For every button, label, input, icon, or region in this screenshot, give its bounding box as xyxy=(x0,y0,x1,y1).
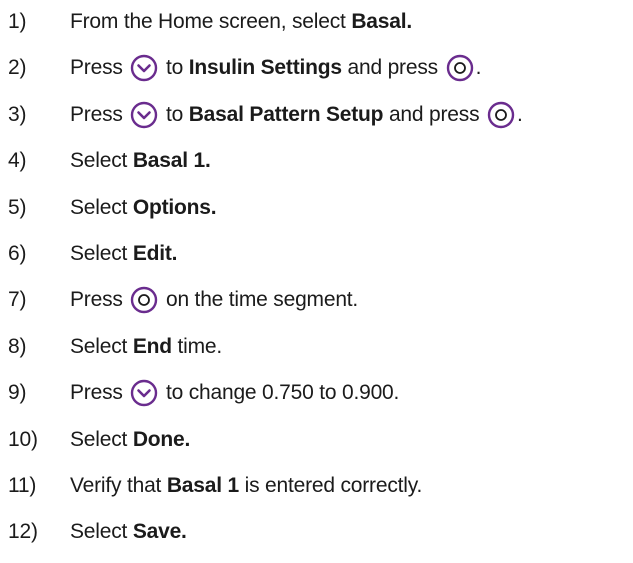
step-text-run: Select xyxy=(70,149,133,173)
step-text: Press to change 0.750 to 0.900. xyxy=(70,379,399,407)
select-button-icon xyxy=(487,101,515,129)
step-text-run: Press xyxy=(70,102,129,126)
step-number: 9) xyxy=(8,381,27,405)
step-text-run: . xyxy=(517,102,523,126)
select-button-icon xyxy=(130,286,158,314)
list-item: 12) Select Save. xyxy=(0,515,187,549)
step-text-run: Press xyxy=(70,381,129,405)
list-item: 8) Select End time. xyxy=(0,330,222,364)
step-keyword: End xyxy=(132,334,172,358)
step-text-run: to change 0.750 to 0.900. xyxy=(160,381,400,405)
step-keyword: Save. xyxy=(132,520,187,544)
step-text: Select Basal 1. xyxy=(70,149,211,173)
list-item: 1) From the Home screen, select Basal. xyxy=(0,5,412,39)
down-arrow-button-icon xyxy=(130,101,158,129)
step-text-run: is entered correctly. xyxy=(238,474,423,497)
step-keyword: Basal Pattern Setup xyxy=(188,102,384,126)
step-text: Select Done. xyxy=(70,428,190,452)
step-text-run: time. xyxy=(171,334,223,358)
list-item: 4) Select Basal 1. xyxy=(0,144,211,178)
step-number: 5) xyxy=(8,195,27,219)
step-number: 1) xyxy=(8,10,27,33)
step-number: 12) xyxy=(8,520,38,544)
step-text: Select Options. xyxy=(70,195,217,220)
step-text: Press to Basal Pattern Setup and press . xyxy=(70,101,523,129)
step-number: 2) xyxy=(8,56,27,80)
step-text: Select End time. xyxy=(70,335,222,359)
step-text-run: and press xyxy=(383,102,486,126)
step-number: 8) xyxy=(8,334,27,358)
step-text-run: Select xyxy=(70,427,133,451)
step-number: 11) xyxy=(8,474,37,497)
step-text-run: to xyxy=(160,56,189,80)
step-keyword: Basal 1 xyxy=(166,474,239,497)
instruction-steps: 1) From the Home screen, select Basal. 2) P… xyxy=(0,0,633,563)
step-number: 10) xyxy=(8,427,38,451)
step-keyword: Edit. xyxy=(132,242,178,265)
step-text-run: Press xyxy=(70,56,129,80)
step-keyword: Basal. xyxy=(351,10,412,33)
step-text: From the Home screen, select Basal. xyxy=(70,10,412,34)
list-item: 6) Select Edit. xyxy=(0,237,178,271)
step-number: 3) xyxy=(8,102,27,126)
step-text-run: and press xyxy=(341,56,444,80)
list-item: 5) Select Options. xyxy=(0,191,217,225)
step-keyword: Insulin Settings xyxy=(188,56,342,80)
list-item: 2) Press to Insulin Settings and press . xyxy=(0,51,481,85)
list-item: 9) Press to change 0.750 to 0.900. xyxy=(0,376,399,410)
step-number: 4) xyxy=(8,149,27,173)
step-text-run: Select xyxy=(70,520,133,544)
step-text-run: Select xyxy=(70,334,133,358)
step-text: Select Edit. xyxy=(70,242,178,266)
step-keyword: Basal 1. xyxy=(132,149,211,173)
step-text-run: Select xyxy=(70,195,133,219)
down-arrow-button-icon xyxy=(130,54,158,82)
step-text-run: Verify that xyxy=(70,474,167,497)
select-button-icon xyxy=(446,54,474,82)
step-text-run: on the time segment. xyxy=(160,288,359,312)
list-item: 10) Select Done. xyxy=(0,423,190,457)
step-text-run: Press xyxy=(70,288,129,312)
step-keyword: Done. xyxy=(132,427,191,451)
down-arrow-button-icon xyxy=(130,379,158,407)
list-item: 3) Press to Basal Pattern Setup and press… xyxy=(0,98,523,132)
step-keyword: Options. xyxy=(132,195,217,219)
list-item: 11) Verify that Basal 1 is entered correc… xyxy=(0,469,422,503)
step-text-run: Select xyxy=(70,242,133,265)
step-text-run: . xyxy=(475,56,482,80)
step-text-run: to xyxy=(160,102,189,126)
step-number: 6) xyxy=(8,242,27,265)
step-text: Verify that Basal 1 is entered correctly… xyxy=(70,474,422,498)
step-text-run: From the Home screen, select xyxy=(70,10,352,33)
step-text: Select Save. xyxy=(70,520,187,544)
step-text: Press to Insulin Settings and press . xyxy=(70,54,481,82)
list-item: 7) Press on the time segment. xyxy=(0,283,358,317)
step-text: Press on the time segment. xyxy=(70,286,358,314)
step-number: 7) xyxy=(8,288,27,312)
